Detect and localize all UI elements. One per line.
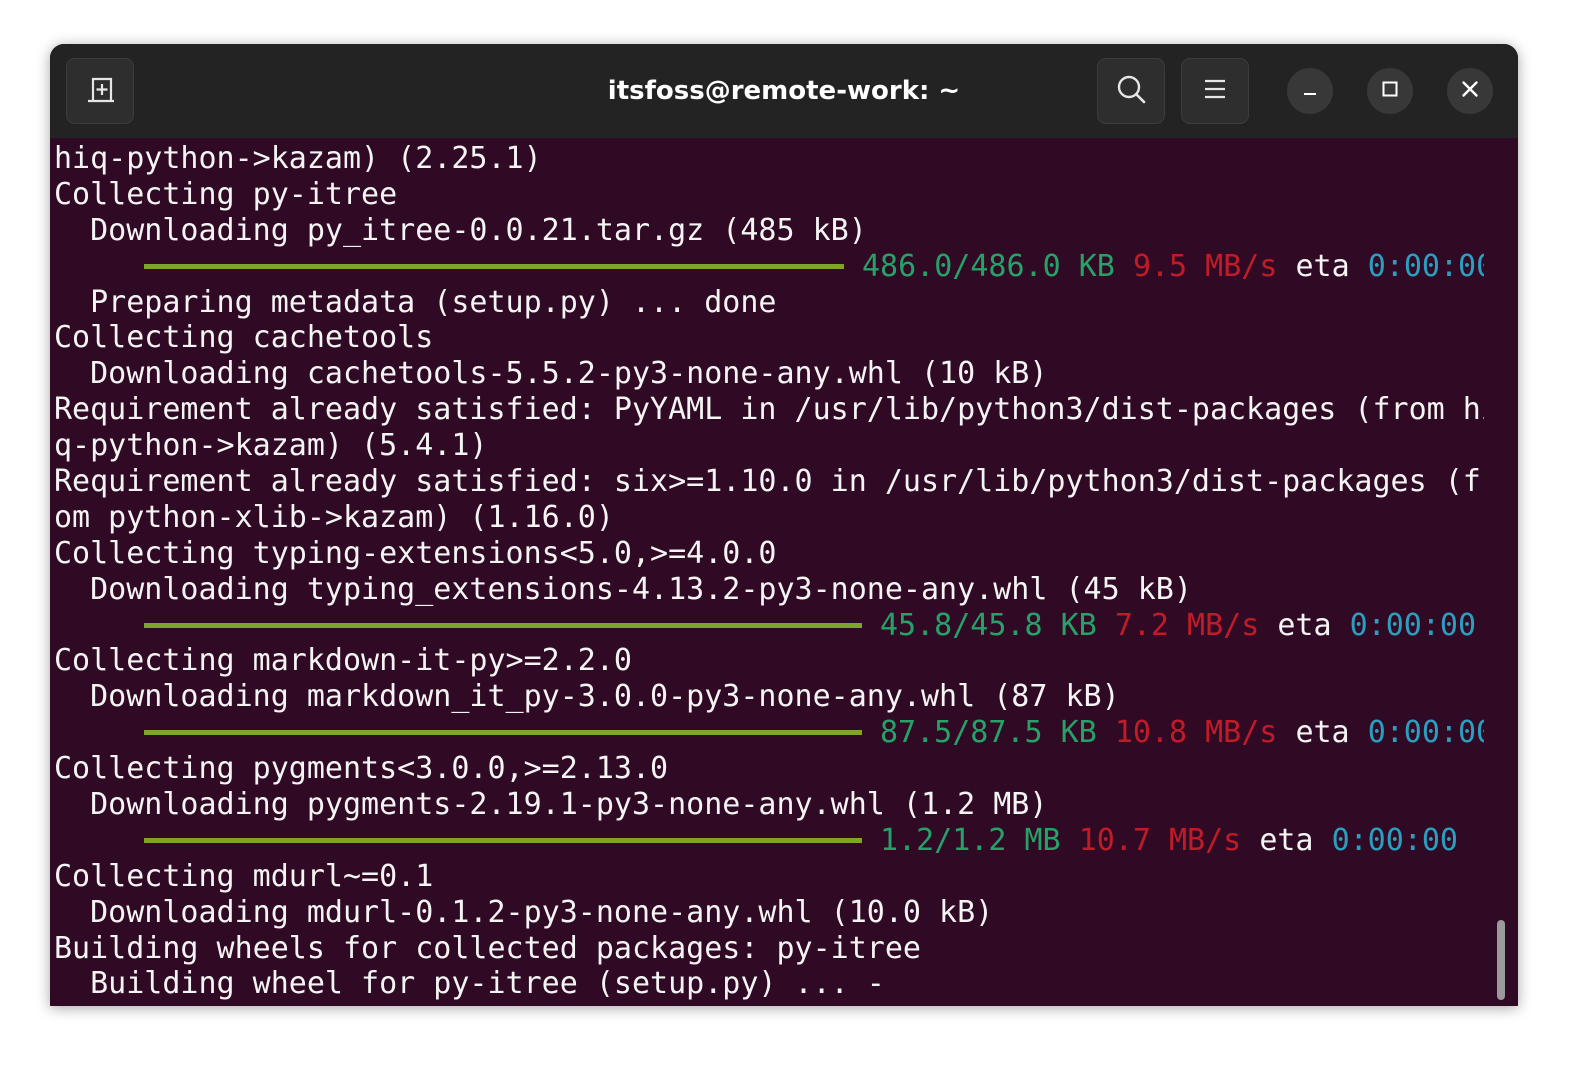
terminal-line: Downloading markdown_it_py-3.0.0-py3-non… (54, 679, 1120, 715)
terminal-line: hiq-python->kazam) (2.25.1) (54, 141, 542, 176)
progress-size: 45.8/45.8 KB (880, 607, 1097, 643)
terminal-line: Collecting cachetools (54, 320, 434, 356)
progress-speed: 10.8 MB/s (1114, 715, 1278, 751)
new-tab-icon (84, 74, 116, 109)
terminal-line: Downloading mdurl-0.1.2-py3-none-any.whl… (54, 894, 994, 930)
terminal-line: Collecting mdurl~=0.1 (54, 858, 434, 894)
minimize-icon (1300, 79, 1320, 104)
progress-speed: 7.2 MB/s (1114, 607, 1260, 643)
download-progress-bar (144, 622, 862, 628)
terminal-line: Downloading py_itree-0.0.21.tar.gz (485 … (54, 212, 867, 248)
terminal-output[interactable]: hiq-python->kazam) (2.25.1) Collecting p… (54, 141, 1484, 1001)
terminal-line: Collecting pygments<3.0.0,>=2.13.0 (54, 751, 669, 787)
terminal-line: Downloading pygments-2.19.1-py3-none-any… (54, 787, 1048, 823)
download-progress-bar (144, 730, 862, 736)
progress-line: 45.8/45.8 KB 7.2 MB/s eta 0:00:00 (54, 608, 1484, 644)
terminal-line: Building wheel for py-itree (setup.py) .… (54, 966, 885, 1001)
terminal-line: Downloading typing_extensions-4.13.2-py3… (54, 571, 1192, 607)
terminal-window: itsfoss@remote-work: ~ hiq-python->kazam… (50, 44, 1518, 1006)
terminal-line: Collecting typing-extensions<5.0,>=4.0.0 (54, 535, 777, 571)
minimize-button[interactable] (1287, 68, 1333, 114)
terminal-line: Downloading cachetools-5.5.2-py3-none-an… (54, 356, 1048, 392)
close-button[interactable] (1447, 68, 1493, 114)
progress-eta-label: eta (1259, 822, 1314, 858)
progress-line: 87.5/87.5 KB 10.8 MB/s eta 0:00:00 (54, 715, 1484, 751)
hamburger-menu-icon (1202, 78, 1228, 105)
menu-button[interactable] (1181, 58, 1249, 124)
terminal-line: Preparing metadata (setup.py) ... done (54, 284, 777, 320)
progress-eta: 0:00:00 (1367, 248, 1484, 284)
progress-speed: 9.5 MB/s (1132, 248, 1278, 284)
maximize-button[interactable] (1367, 68, 1413, 114)
download-progress-bar (144, 837, 862, 843)
close-icon (1460, 79, 1480, 104)
terminal-line: q-python->kazam) (5.4.1) (54, 428, 488, 464)
progress-eta: 0:00:00 (1349, 607, 1477, 643)
progress-line: 1.2/1.2 MB 10.7 MB/s eta 0:00:00 (54, 823, 1484, 859)
progress-eta: 0:00:00 (1331, 822, 1458, 858)
progress-size: 1.2/1.2 MB (880, 822, 1061, 858)
progress-size: 486.0/486.0 KB (862, 248, 1115, 284)
progress-eta: 0:00:00 (1367, 715, 1484, 751)
terminal-line: Collecting py-itree (54, 176, 398, 212)
download-progress-bar (144, 263, 844, 269)
progress-eta-label: eta (1277, 607, 1332, 643)
progress-eta-label: eta (1295, 715, 1350, 751)
terminal-line: Collecting markdown-it-py>=2.2.0 (54, 643, 632, 679)
terminal-line: Building wheels for collected packages: … (54, 930, 921, 966)
terminal-line: om python-xlib->kazam) (1.16.0) (54, 499, 614, 535)
search-button[interactable] (1097, 58, 1165, 124)
terminal-line: Requirement already satisfied: PyYAML in… (54, 392, 1484, 428)
progress-line: 486.0/486.0 KB 9.5 MB/s eta 0:00:00 (54, 249, 1484, 285)
maximize-icon (1380, 79, 1400, 104)
terminal-line: Requirement already satisfied: six>=1.10… (54, 464, 1484, 500)
progress-size: 87.5/87.5 KB (880, 715, 1097, 751)
title-bar[interactable]: itsfoss@remote-work: ~ (50, 44, 1518, 138)
new-tab-button[interactable] (66, 58, 134, 124)
progress-eta-label: eta (1295, 248, 1350, 284)
vertical-scrollbar[interactable] (1497, 920, 1505, 1000)
progress-speed: 10.7 MB/s (1078, 822, 1242, 858)
search-icon (1116, 74, 1146, 109)
